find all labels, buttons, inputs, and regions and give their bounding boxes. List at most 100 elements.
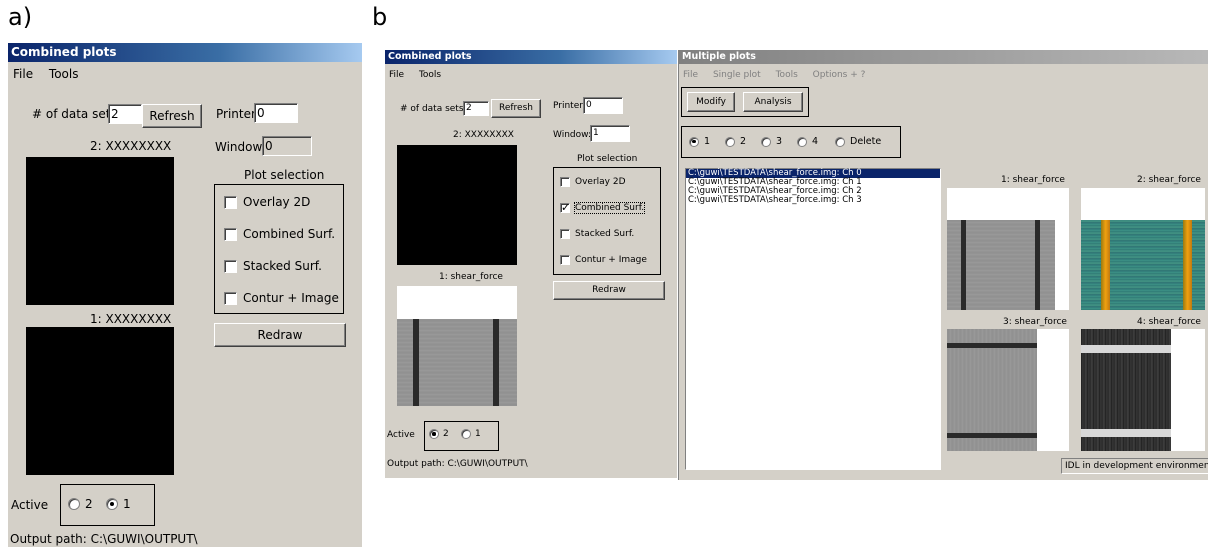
window-value: 0 [265,139,273,153]
slot-option-3[interactable]: 3 [761,136,782,147]
slot-option-4[interactable]: 4 [797,136,818,147]
active-option-2[interactable]: 2 [429,429,449,439]
active-option-1[interactable]: 1 [461,429,481,439]
option-contur-image[interactable]: Contur + Image [560,255,647,265]
active-option-2[interactable]: 2 [68,497,93,511]
option-overlay-2d[interactable]: Overlay 2D [224,195,310,209]
plot3-shear-image [947,329,1037,451]
multiple-plots-window: Multiple plots File Single plot Tools Op… [678,50,1208,480]
title-bar: Combined plots [385,50,677,64]
plot2-title: 2: shear_force [1137,175,1201,185]
active-2-radio[interactable] [68,498,80,510]
menu-single-plot[interactable]: Single plot [713,70,761,80]
overlay-2d-checkbox[interactable] [224,195,237,209]
menu-tools[interactable]: Tools [419,70,441,80]
dark-stripe [1035,220,1040,310]
overlay-2d-checkbox[interactable] [560,177,570,187]
active-2-radio[interactable] [429,429,439,439]
contur-image-checkbox[interactable] [224,291,237,305]
printer-field[interactable]: 0 [254,103,298,123]
redraw-button[interactable]: Redraw [553,281,665,300]
combined-surf-label: Combined Surf. [573,202,646,214]
option-stacked-surf[interactable]: Stacked Surf. [560,229,634,239]
analysis-button[interactable]: Analysis [743,92,803,112]
file-list[interactable]: C:\guwi\TESTDATA\shear_force.img: Ch 0 C… [685,168,941,470]
combined-surf-label: Combined Surf. [243,227,336,241]
window-field[interactable]: 0 [262,136,312,156]
datasets-label: # of data sets [400,104,464,114]
contur-image-checkbox[interactable] [560,255,570,265]
datasets-label: # of data sets [32,107,117,121]
overlay-2d-label: Overlay 2D [575,177,626,187]
stacked-surf-checkbox[interactable] [560,229,570,239]
slot-3-radio[interactable] [761,136,771,147]
active-1-radio[interactable] [461,429,471,439]
menu-file[interactable]: File [389,70,404,80]
plot1-shear-image [947,220,1055,310]
option-combined-surf[interactable]: Combined Surf. [560,201,646,214]
menu-bar: File Tools [389,70,453,80]
window-field[interactable]: 1 [590,125,630,142]
heat-stripe [1183,220,1192,310]
menu-tools[interactable]: Tools [49,67,79,81]
option-contur-image[interactable]: Contur + Image [224,291,339,305]
contur-image-label: Contur + Image [243,291,339,305]
slot-2-radio[interactable] [725,136,735,147]
slot-option-1[interactable]: 1 [689,136,710,147]
window-title: Multiple plots [682,51,756,62]
stacked-surf-checkbox[interactable] [224,259,237,273]
slot-1-radio[interactable] [689,136,699,147]
slot-delete-radio[interactable] [835,136,845,147]
menu-tools[interactable]: Tools [776,70,798,80]
menu-bar: File Tools [13,67,90,81]
combined-plots-window-a: Combined plots File Tools # of data sets… [8,43,362,547]
combined-surf-checkbox[interactable] [560,201,570,214]
plot1-canvas [26,327,174,475]
plot-selection-group: Overlay 2D Combined Surf. Stacked Surf. … [214,184,344,314]
active-option-1[interactable]: 1 [106,497,131,511]
printer-value: 0 [586,100,592,110]
plot1-shear-image [397,319,517,406]
window-value: 1 [593,128,599,138]
datasets-value: 2 [111,107,119,121]
plot3-title: 3: shear_force [1003,317,1067,327]
datasets-field[interactable]: 2 [463,101,489,116]
stacked-surf-label: Stacked Surf. [575,229,635,239]
slot-2-label: 2 [740,136,747,147]
menu-options[interactable]: Options + ? [813,70,866,80]
slot-option-2[interactable]: 2 [725,136,746,147]
plot2-canvas [26,157,174,305]
slot-4-radio[interactable] [797,136,807,147]
panel-label-b: b [372,3,388,31]
stacked-surf-label: Stacked Surf. [243,259,322,273]
plot1-title: 1: shear_force [1001,175,1065,185]
light-stripe [1081,429,1171,437]
datasets-field[interactable]: 2 [108,104,142,124]
active-1-radio[interactable] [106,498,118,510]
file-list-item[interactable]: C:\guwi\TESTDATA\shear_force.img: Ch 3 [686,196,940,205]
overlay-2d-label: Overlay 2D [243,195,311,209]
heat-stripe [1101,220,1110,310]
slot-delete-label: Delete [850,136,882,147]
dark-stripe [493,319,499,406]
printer-field[interactable]: 0 [583,97,623,114]
menu-file[interactable]: File [683,70,698,80]
refresh-button[interactable]: Refresh [142,104,202,128]
datasets-value: 2 [466,103,472,113]
plot4-shear-image [1081,329,1171,451]
dark-stripe [947,343,1037,348]
menu-file[interactable]: File [13,67,33,81]
refresh-button[interactable]: Refresh [491,99,541,118]
combined-surf-checkbox[interactable] [224,227,237,241]
title-bar: Multiple plots [679,50,1208,64]
plot-selection-label: Plot selection [244,168,325,182]
option-combined-surf[interactable]: Combined Surf. [224,227,335,241]
plot2-label: 2: XXXXXXXX [453,130,514,140]
slot-option-delete[interactable]: Delete [835,136,881,147]
redraw-button[interactable]: Redraw [214,323,346,347]
option-overlay-2d[interactable]: Overlay 2D [560,177,626,187]
option-stacked-surf[interactable]: Stacked Surf. [224,259,322,273]
active-label: Active [387,430,415,440]
window-title: Combined plots [388,51,472,62]
modify-button[interactable]: Modify [687,92,735,112]
